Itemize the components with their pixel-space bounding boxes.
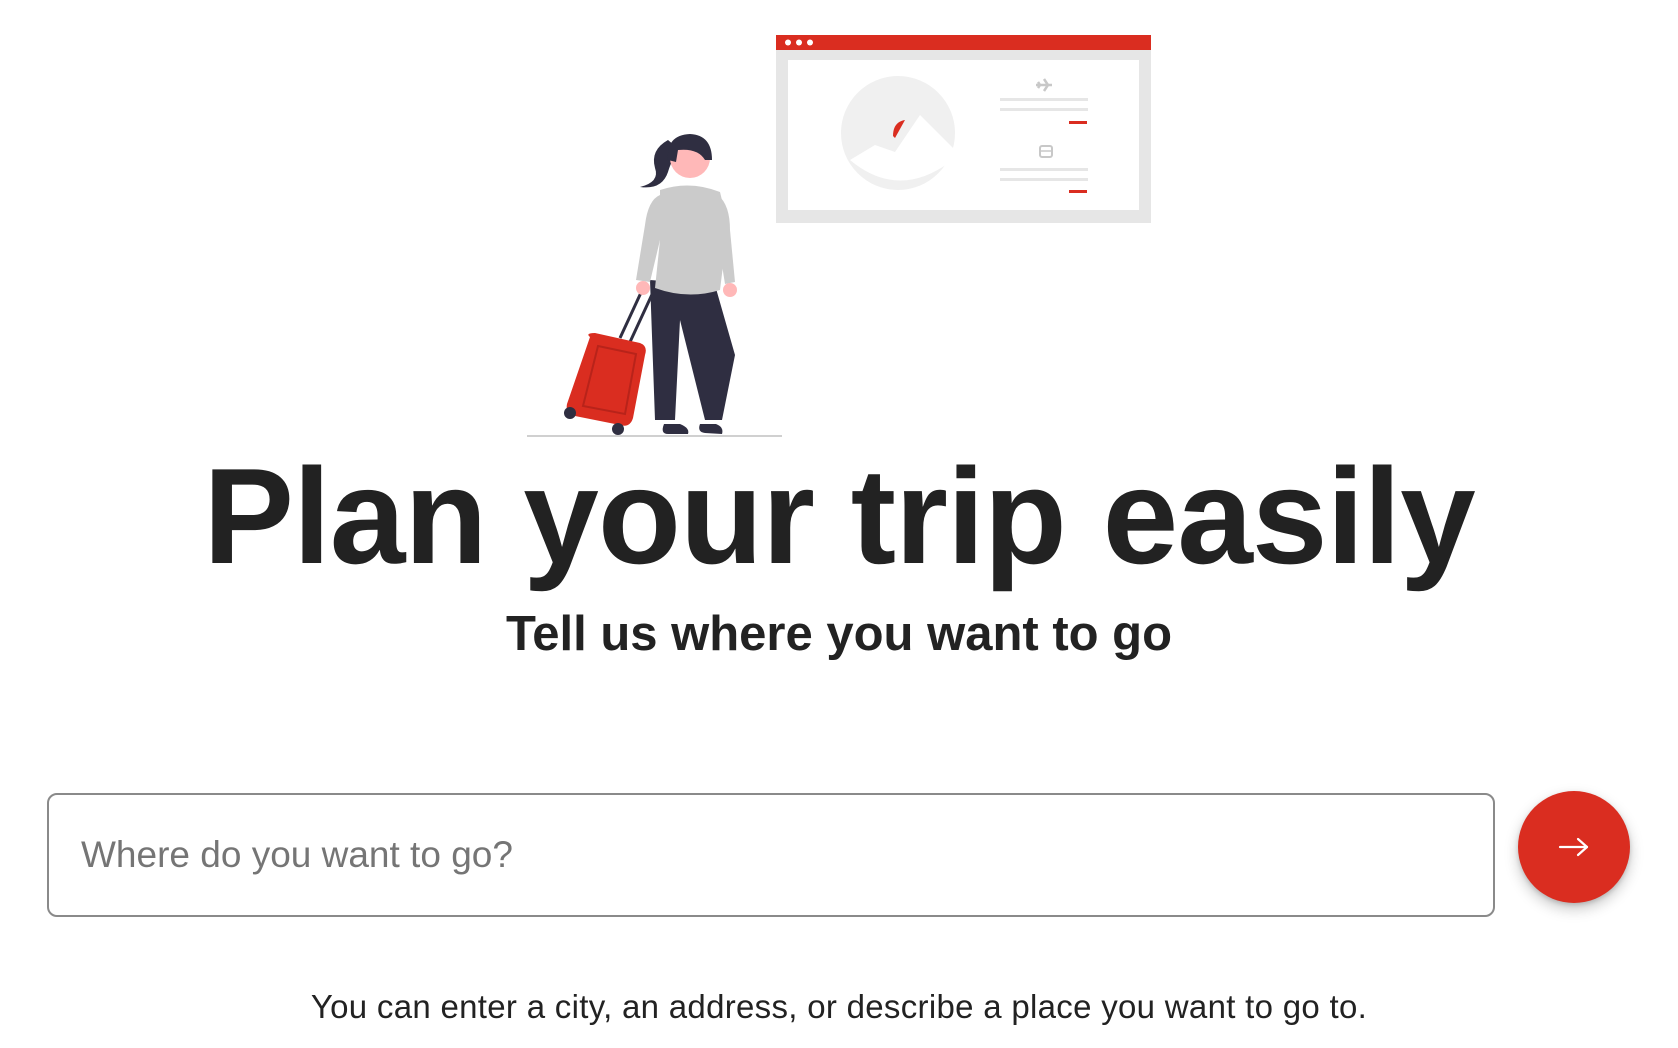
trip-planner-page: Plan your trip easily Tell us where you … (0, 0, 1678, 1048)
red-suitcase-illustration (564, 283, 657, 435)
page-title: Plan your trip easily (203, 440, 1475, 592)
arrow-right-icon (1558, 837, 1589, 857)
traveler-woman-illustration (636, 134, 737, 434)
page-subtitle: Tell us where you want to go (505, 607, 1173, 661)
travel-illustration (527, 35, 1151, 437)
search-submit-button[interactable] (1518, 791, 1630, 903)
browser-window-illustration (776, 35, 1151, 223)
helper-text: You can enter a city, an address, or des… (310, 988, 1368, 1025)
destination-search-input[interactable] (49, 795, 1493, 915)
landscape-photo-icon (841, 76, 955, 190)
destination-search-box (47, 793, 1495, 917)
